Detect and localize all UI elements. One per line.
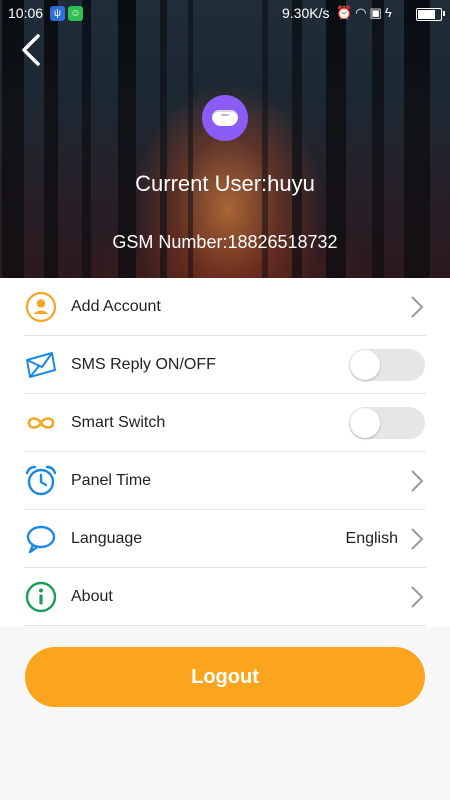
chevron-right-icon <box>411 296 424 318</box>
charging-icon: ϟ <box>384 5 395 20</box>
usb-icon: ψ <box>50 6 65 21</box>
chevron-right-icon <box>411 470 424 492</box>
account-icon <box>24 290 58 324</box>
info-icon <box>24 580 58 614</box>
smart-switch-toggle[interactable] <box>349 407 425 439</box>
gateway-device-icon <box>212 110 238 126</box>
device-avatar <box>202 95 248 141</box>
menu-item-language[interactable]: Language English <box>0 510 450 568</box>
menu-item-label: SMS Reply ON/OFF <box>71 356 216 373</box>
language-value: English <box>345 530 398 547</box>
alarm-clock-icon <box>24 464 58 498</box>
current-user-label: Current User:huyu <box>135 171 315 196</box>
envelope-icon <box>24 348 58 382</box>
gsm-number-label: GSM Number:18826518732 <box>112 232 338 252</box>
sim-icon: ▣ <box>369 5 385 20</box>
chat-bubble-icon <box>24 522 58 556</box>
menu-item-label: Language <box>71 530 143 547</box>
app-icon: ☺ <box>68 6 83 21</box>
back-button[interactable] <box>14 30 50 70</box>
profile-header: 10:06 ψ ☺ 9.30K/s ⏰◠▣ϟ Current User:huyu… <box>0 0 450 278</box>
status-time: 10:06 <box>8 5 44 21</box>
menu-item-panel-time[interactable]: Panel Time <box>0 452 450 510</box>
menu-item-label: Add Account <box>71 298 161 315</box>
chevron-right-icon <box>411 586 424 608</box>
status-icons: ⏰◠▣ϟ <box>336 5 395 21</box>
sms-reply-toggle[interactable] <box>349 349 425 381</box>
menu-item-label: About <box>71 588 113 605</box>
chevron-right-icon <box>411 528 424 550</box>
back-arrow-icon <box>22 34 40 66</box>
status-bar: 10:06 ψ ☺ 9.30K/s ⏰◠▣ϟ <box>0 0 450 26</box>
wifi-icon: ◠ <box>355 5 370 20</box>
network-speed: 9.30K/s <box>282 5 330 21</box>
infinity-icon <box>24 406 58 440</box>
menu-item-add-account[interactable]: Add Account <box>0 278 450 336</box>
menu-item-smart-switch: Smart Switch <box>0 394 450 452</box>
logout-button[interactable]: Logout <box>25 647 425 707</box>
battery-icon <box>416 8 442 21</box>
settings-list: Add Account SMS Reply ON/OFF Smart Switc… <box>0 278 450 626</box>
menu-item-label: Panel Time <box>71 472 152 489</box>
menu-item-about[interactable]: About <box>0 568 450 626</box>
menu-item-sms-reply: SMS Reply ON/OFF <box>0 336 450 394</box>
alarm-icon: ⏰ <box>336 5 356 20</box>
menu-item-label: Smart Switch <box>71 414 166 431</box>
